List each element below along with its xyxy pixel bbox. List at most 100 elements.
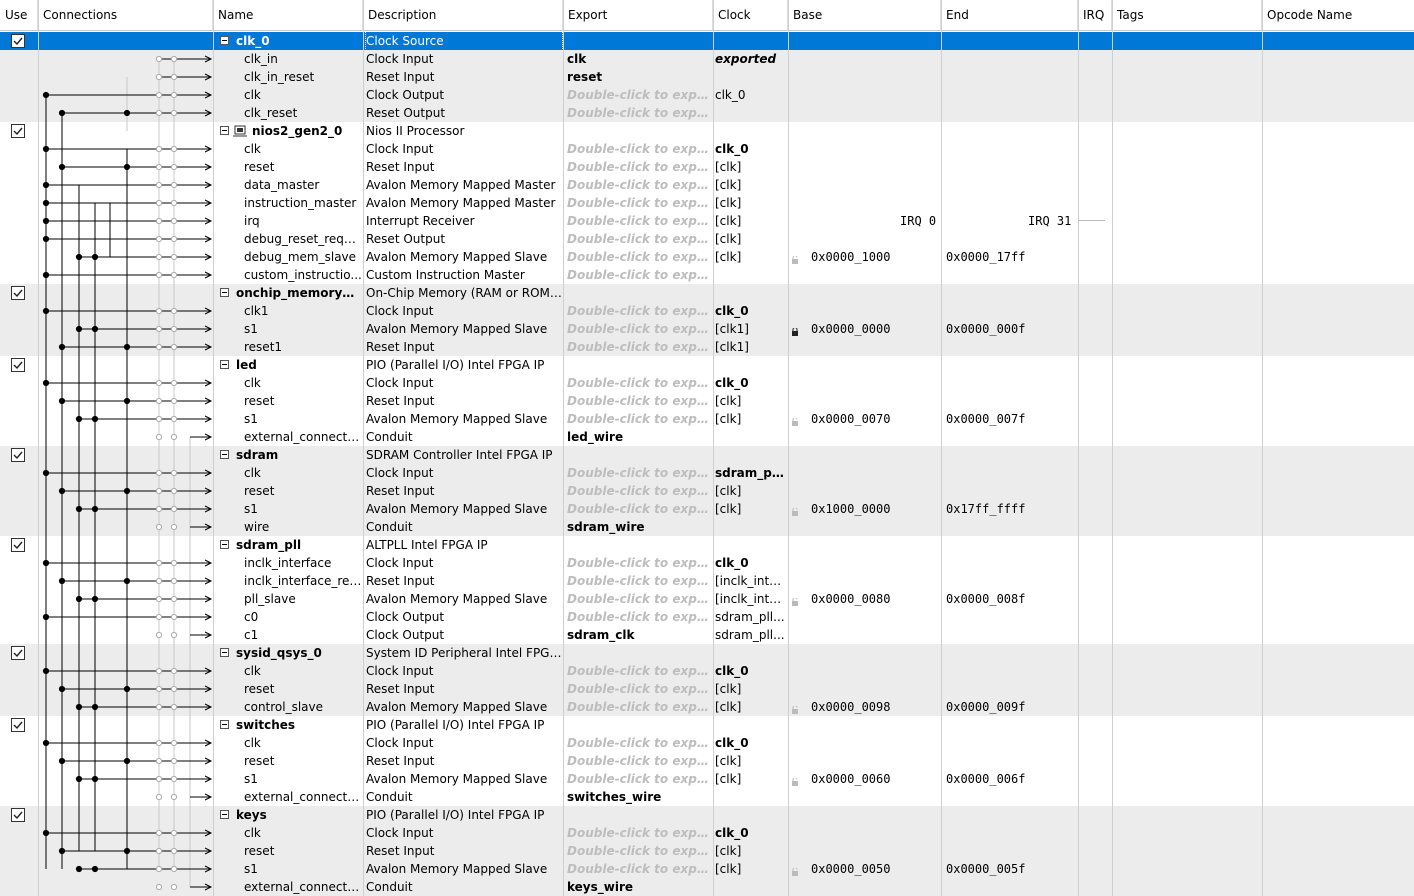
connection-point[interactable] xyxy=(170,307,178,315)
connection-point[interactable] xyxy=(170,559,178,567)
connection-dot[interactable] xyxy=(42,829,50,837)
connection-point[interactable] xyxy=(170,487,178,495)
connection-point[interactable] xyxy=(155,253,163,261)
connection-point[interactable] xyxy=(155,235,163,243)
connection-dot[interactable] xyxy=(58,577,66,585)
connection-point[interactable] xyxy=(155,883,163,891)
connection-point[interactable] xyxy=(155,559,163,567)
connection-point[interactable] xyxy=(170,829,178,837)
connection-dot[interactable] xyxy=(42,235,50,243)
connection-point[interactable] xyxy=(170,199,178,207)
connection-point[interactable] xyxy=(155,217,163,225)
connection-dot[interactable] xyxy=(123,487,131,495)
connection-dot[interactable] xyxy=(42,307,50,315)
connection-point[interactable] xyxy=(170,325,178,333)
connection-point[interactable] xyxy=(155,343,163,351)
connection-dot[interactable] xyxy=(42,217,50,225)
connection-point[interactable] xyxy=(155,199,163,207)
connection-dot[interactable] xyxy=(58,757,66,765)
connection-dot[interactable] xyxy=(58,685,66,693)
connection-dot[interactable] xyxy=(123,163,131,171)
connection-dot[interactable] xyxy=(123,685,131,693)
connection-point[interactable] xyxy=(170,793,178,801)
connections-matrix[interactable] xyxy=(0,0,1414,896)
connection-point[interactable] xyxy=(155,397,163,405)
connection-point[interactable] xyxy=(170,163,178,171)
connection-dot[interactable] xyxy=(75,253,83,261)
connection-point[interactable] xyxy=(170,55,178,63)
connection-point[interactable] xyxy=(155,505,163,513)
connection-dot[interactable] xyxy=(123,109,131,117)
connection-dot[interactable] xyxy=(58,109,66,117)
connection-dot[interactable] xyxy=(91,415,99,423)
connection-dot[interactable] xyxy=(58,487,66,495)
connection-point[interactable] xyxy=(170,433,178,441)
connection-dot[interactable] xyxy=(58,163,66,171)
connection-dot[interactable] xyxy=(123,847,131,855)
connection-point[interactable] xyxy=(155,667,163,675)
connection-dot[interactable] xyxy=(58,343,66,351)
connection-point[interactable] xyxy=(170,181,178,189)
connection-dot[interactable] xyxy=(91,505,99,513)
connection-point[interactable] xyxy=(155,415,163,423)
connection-point[interactable] xyxy=(170,505,178,513)
connection-point[interactable] xyxy=(170,685,178,693)
connection-point[interactable] xyxy=(155,793,163,801)
connection-dot[interactable] xyxy=(42,739,50,747)
connection-point[interactable] xyxy=(155,739,163,747)
connection-dot[interactable] xyxy=(42,613,50,621)
connection-point[interactable] xyxy=(155,703,163,711)
connection-point[interactable] xyxy=(170,847,178,855)
connection-point[interactable] xyxy=(155,73,163,81)
connection-dot[interactable] xyxy=(91,595,99,603)
connection-point[interactable] xyxy=(155,775,163,783)
connection-dot[interactable] xyxy=(91,703,99,711)
connection-dot[interactable] xyxy=(123,757,131,765)
connection-point[interactable] xyxy=(155,55,163,63)
connection-point[interactable] xyxy=(170,73,178,81)
connection-point[interactable] xyxy=(155,829,163,837)
connection-point[interactable] xyxy=(170,271,178,279)
connection-dot[interactable] xyxy=(42,667,50,675)
connection-dot[interactable] xyxy=(75,703,83,711)
connection-point[interactable] xyxy=(155,757,163,765)
connection-dot[interactable] xyxy=(91,865,99,873)
connection-point[interactable] xyxy=(170,379,178,387)
connection-point[interactable] xyxy=(155,631,163,639)
connection-point[interactable] xyxy=(155,487,163,495)
connection-point[interactable] xyxy=(170,703,178,711)
connection-point[interactable] xyxy=(170,523,178,531)
connection-point[interactable] xyxy=(155,577,163,585)
connection-point[interactable] xyxy=(170,595,178,603)
connection-dot[interactable] xyxy=(42,271,50,279)
connection-point[interactable] xyxy=(170,109,178,117)
connection-dot[interactable] xyxy=(75,775,83,783)
connection-point[interactable] xyxy=(170,253,178,261)
connection-point[interactable] xyxy=(170,415,178,423)
connection-point[interactable] xyxy=(170,865,178,873)
connection-point[interactable] xyxy=(155,469,163,477)
connection-point[interactable] xyxy=(155,91,163,99)
connection-point[interactable] xyxy=(155,865,163,873)
connection-dot[interactable] xyxy=(75,595,83,603)
connection-point[interactable] xyxy=(155,523,163,531)
connection-point[interactable] xyxy=(170,631,178,639)
connection-point[interactable] xyxy=(170,343,178,351)
connection-dot[interactable] xyxy=(58,847,66,855)
connection-point[interactable] xyxy=(155,379,163,387)
connection-point[interactable] xyxy=(155,685,163,693)
connection-dot[interactable] xyxy=(42,379,50,387)
connection-point[interactable] xyxy=(170,775,178,783)
connection-dot[interactable] xyxy=(123,343,131,351)
connection-point[interactable] xyxy=(155,325,163,333)
connection-dot[interactable] xyxy=(42,559,50,567)
connection-point[interactable] xyxy=(155,145,163,153)
connection-dot[interactable] xyxy=(91,775,99,783)
connection-point[interactable] xyxy=(170,469,178,477)
connection-point[interactable] xyxy=(155,181,163,189)
connection-dot[interactable] xyxy=(75,865,83,873)
connection-dot[interactable] xyxy=(42,199,50,207)
connection-dot[interactable] xyxy=(75,415,83,423)
connection-dot[interactable] xyxy=(75,505,83,513)
connection-point[interactable] xyxy=(170,883,178,891)
